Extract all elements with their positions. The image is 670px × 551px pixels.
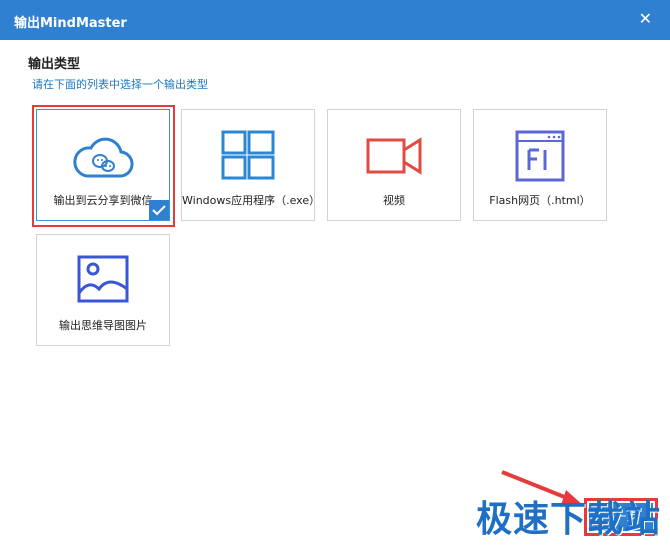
- section-hint: 请在下面的列表中选择一个输出类型: [32, 78, 208, 91]
- window-title: 输出MindMaster: [14, 16, 127, 31]
- checkmark-icon: [149, 200, 169, 220]
- title-bar: 输出MindMaster ✕: [0, 0, 670, 40]
- image-icon: [77, 255, 129, 303]
- watermark-logo: 极速下载站: [476, 499, 662, 540]
- option-flash-html[interactable]: Flash网页（.html）: [473, 109, 607, 221]
- option-label: Windows应用程序（.exe）: [182, 194, 321, 207]
- option-label: 输出思维导图图片: [59, 319, 147, 332]
- video-camera-icon: [366, 137, 422, 175]
- flash-page-icon: [515, 130, 565, 182]
- option-image[interactable]: 输出思维导图图片: [36, 234, 170, 346]
- close-icon[interactable]: ✕: [639, 11, 652, 27]
- option-cloud-share[interactable]: 输出到云分享到微信: [36, 109, 170, 221]
- option-label: 视频: [383, 194, 405, 207]
- option-video[interactable]: 视频: [327, 109, 461, 221]
- cloud-share-icon: [73, 137, 134, 178]
- section-title: 输出类型: [28, 57, 81, 72]
- option-windows-exe[interactable]: Windows应用程序（.exe）: [181, 109, 321, 221]
- windows-logo-icon: [221, 130, 275, 180]
- option-label: Flash网页（.html）: [489, 194, 591, 207]
